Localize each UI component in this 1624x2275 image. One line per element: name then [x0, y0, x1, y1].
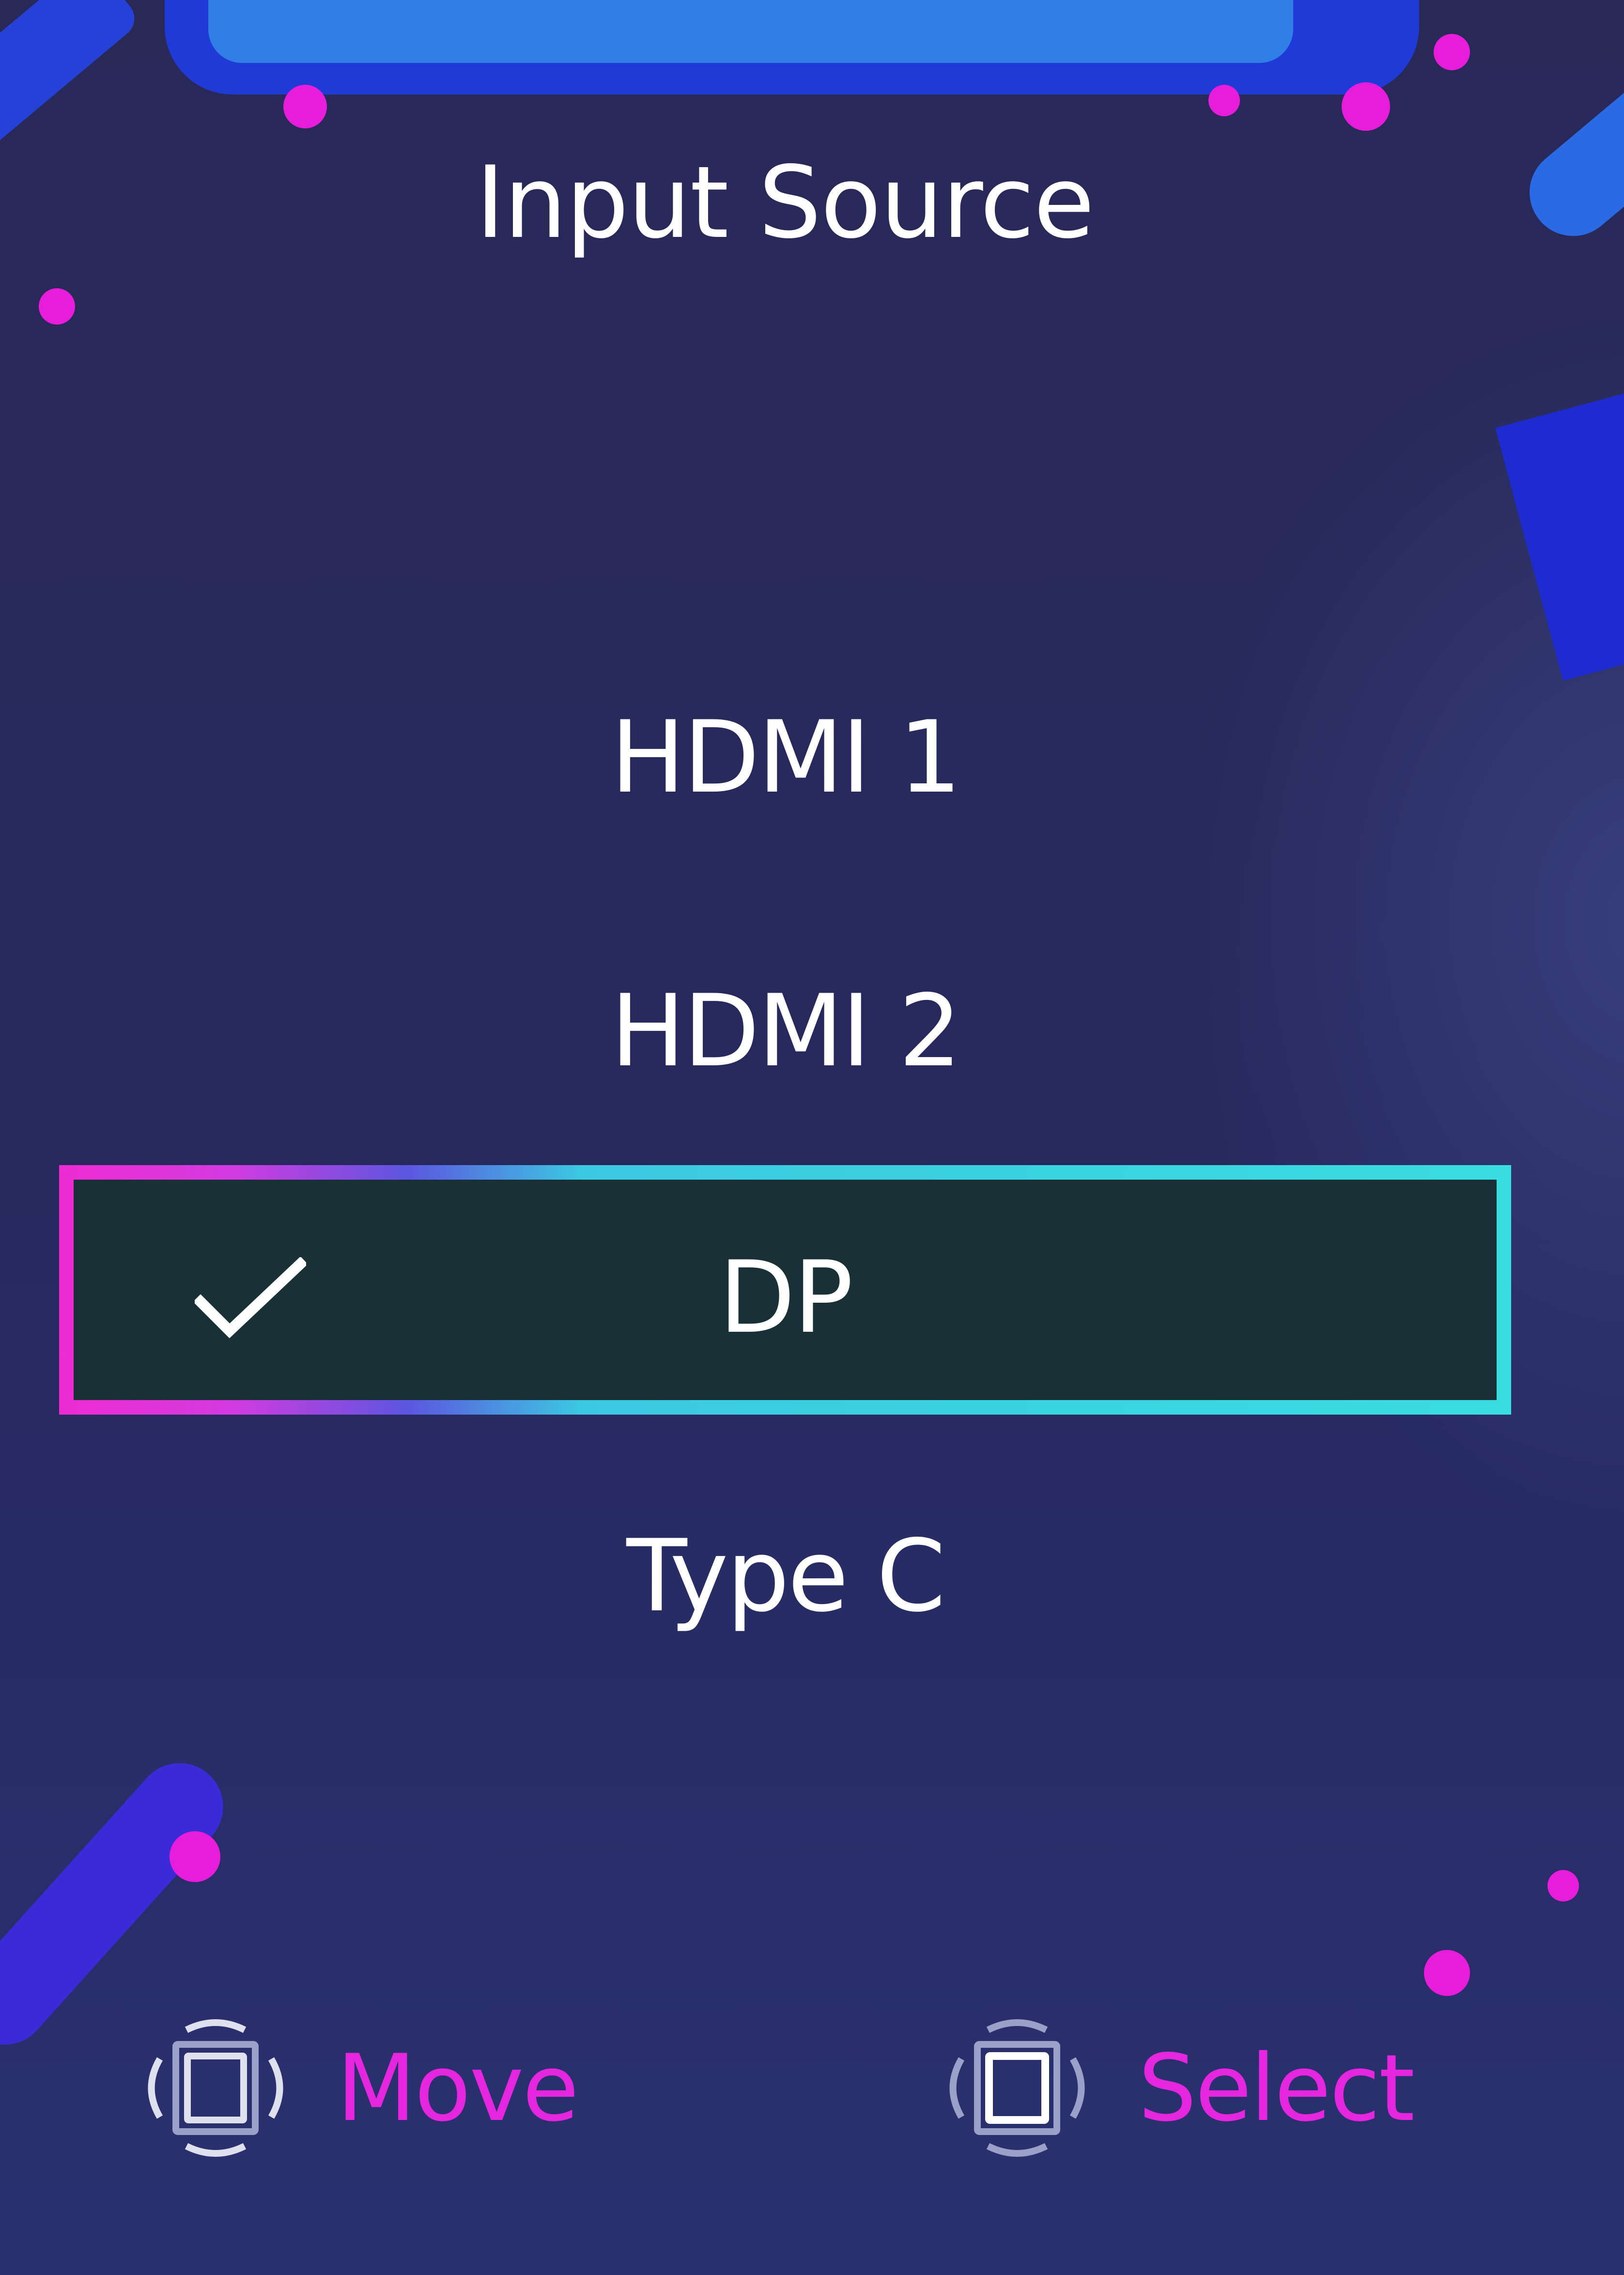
joystick-move-icon [148, 2019, 283, 2157]
decorative-top-tab-inner [208, 0, 1293, 63]
hint-move: Move [133, 2010, 579, 2166]
input-option-hdmi-1[interactable]: HDMI 1 [59, 700, 1511, 815]
hint-select: Select [935, 2010, 1415, 2166]
selected-highlight: DP [74, 1180, 1497, 1400]
monitor-osd-screen: Input Source HDMI 1 HDMI 2 DP Type C Mov… [0, 0, 1624, 2275]
menu-title: Input Source [475, 145, 1095, 261]
input-option-hdmi-2[interactable]: HDMI 2 [59, 974, 1511, 1089]
decorative-dot [1547, 1870, 1579, 1901]
hint-select-label: Select [1138, 2034, 1415, 2142]
decorative-dot [1434, 34, 1470, 70]
decorative-dot [39, 288, 75, 325]
decorative-dot [170, 1831, 220, 1882]
input-option-type-c[interactable]: Type C [59, 1519, 1511, 1634]
input-option-dp-selected[interactable]: DP [59, 1165, 1511, 1415]
decorative-dot [1424, 1950, 1470, 1996]
hint-move-label: Move [337, 2034, 579, 2142]
input-option-label: DP [719, 1240, 853, 1356]
decorative-shape [1495, 375, 1624, 681]
decorative-dot [1342, 82, 1390, 131]
joystick-press-icon [949, 2019, 1085, 2157]
decorative-dot [283, 85, 327, 128]
decorative-dot [1208, 85, 1240, 116]
